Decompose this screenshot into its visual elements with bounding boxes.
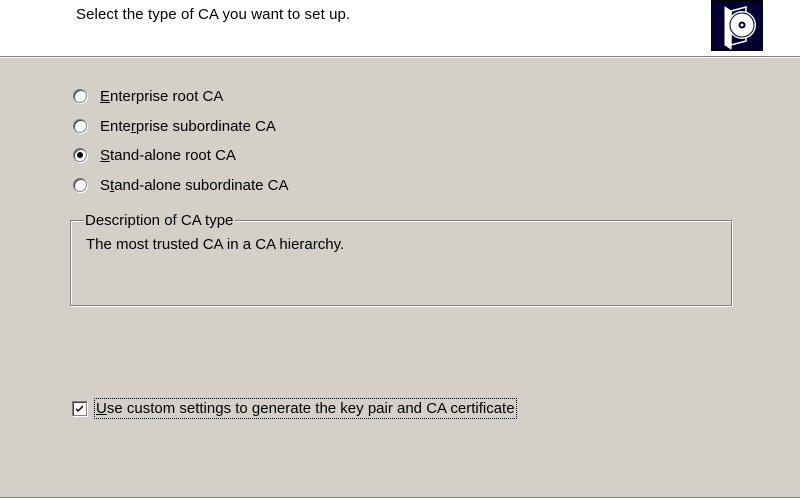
radio-label[interactable]: Enterprise subordinate CA: [100, 118, 276, 135]
custom-settings-checkbox[interactable]: [72, 400, 87, 416]
radio-stand-alone-root-ca[interactable]: Stand-alone root CA: [73, 145, 236, 165]
radio-button[interactable]: [73, 89, 87, 103]
radio-enterprise-root-ca[interactable]: Enterprise root CA: [73, 86, 223, 106]
page-subtitle: Select the type of CA you want to set up…: [76, 6, 351, 23]
description-text: The most trusted CA in a CA hierarchy.: [86, 236, 345, 253]
radio-button[interactable]: [73, 119, 87, 133]
radio-label[interactable]: Enterprise root CA: [100, 88, 223, 105]
header-separator: [0, 57, 800, 58]
radio-button[interactable]: [73, 148, 87, 162]
radio-label[interactable]: Stand-alone root CA: [100, 147, 236, 164]
wizard-header: Select the type of CA you want to set up…: [0, 0, 800, 57]
radio-label[interactable]: Stand-alone subordinate CA: [100, 177, 288, 194]
certificate-disc-icon: [711, 0, 763, 51]
custom-settings-checkbox-row[interactable]: Use custom settings to generate the key …: [72, 397, 517, 419]
radio-enterprise-subordinate-ca[interactable]: Enterprise subordinate CA: [73, 116, 276, 136]
description-title: Description of CA type: [84, 212, 236, 229]
description-groupbox: [70, 220, 732, 306]
radio-button[interactable]: [73, 178, 87, 192]
radio-stand-alone-subordinate-ca[interactable]: Stand-alone subordinate CA: [73, 175, 288, 195]
checkmark-icon: [76, 404, 83, 412]
custom-settings-label[interactable]: Use custom settings to generate the key …: [94, 397, 517, 419]
